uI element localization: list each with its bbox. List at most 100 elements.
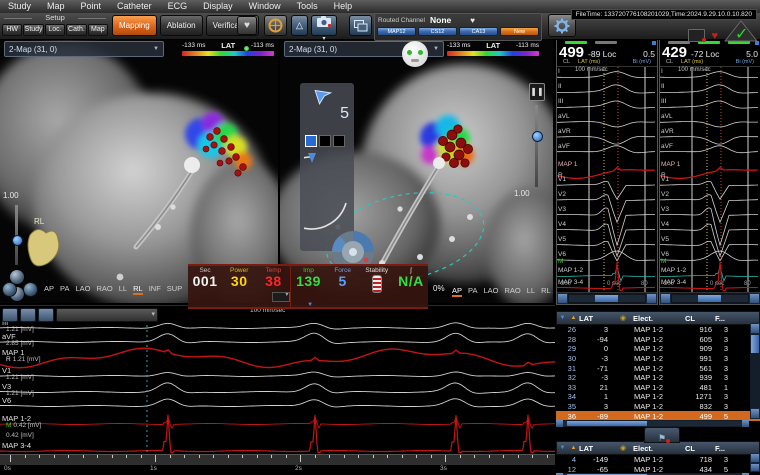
point-row-35[interactable]: 353MAP 1-28323 — [556, 402, 760, 412]
tag-column-icon[interactable]: ◉ — [613, 314, 633, 322]
column-f[interactable]: F... — [715, 314, 739, 323]
triangle-tool-button[interactable]: △ — [291, 15, 308, 36]
menu-point[interactable]: Point — [73, 0, 110, 13]
snapshot-button[interactable]: ▾ — [311, 15, 337, 36]
menu-tools[interactable]: Tools — [289, 0, 326, 13]
ecg-annotation-panel-1[interactable]: 499-89 Loc0.5CLLAT (ms)Bi (mV)100 mm/sec… — [556, 39, 658, 305]
map-left-header[interactable]: 2-Map (31, 0) ▼ — [4, 41, 164, 57]
time-ruler[interactable]: 0s1s2s3s — [0, 454, 555, 465]
filter-icon[interactable]: ▼ — [557, 445, 568, 451]
ecg-template-dropdown[interactable] — [56, 308, 158, 322]
setup-study-button[interactable]: Study — [23, 24, 43, 36]
menu-window[interactable]: Window — [241, 0, 289, 13]
point-row-4[interactable]: 4-149MAP 1-27183 — [556, 455, 760, 465]
scroll-thumb[interactable] — [698, 295, 721, 302]
orientation-ll[interactable]: LL — [527, 286, 535, 297]
orientation-rl[interactable]: RL — [133, 284, 143, 295]
column-cl[interactable]: CL — [685, 314, 715, 323]
scroll-right-button[interactable] — [742, 420, 749, 427]
scroll-up-button[interactable] — [750, 323, 760, 334]
scroll-down-button[interactable] — [750, 463, 760, 473]
chevron-down-icon[interactable]: ▼ — [433, 46, 439, 52]
color-swatch-blue[interactable] — [305, 135, 317, 147]
orientation-lao[interactable]: LAO — [483, 286, 498, 297]
orientation-ap[interactable]: AP — [44, 284, 54, 295]
menu-map[interactable]: Map — [39, 0, 73, 13]
horizontal-scrollbar[interactable] — [556, 420, 749, 427]
rotation-knob-icon[interactable] — [2, 282, 17, 297]
column-elect[interactable]: Elect. — [633, 314, 685, 323]
color-swatch-black-1[interactable] — [319, 135, 331, 147]
scroll-track[interactable] — [563, 421, 742, 426]
channel-map12-button[interactable]: MAP12 — [377, 27, 416, 36]
column-lat[interactable]: LAT — [579, 444, 613, 453]
ecg-layout-button-3[interactable] — [38, 308, 54, 322]
orientation-rao[interactable]: RAO — [96, 284, 112, 295]
new-channel-button[interactable]: New — [500, 27, 539, 36]
map-right-slider[interactable] — [535, 105, 538, 187]
tag-column-icon[interactable]: ◉ — [613, 444, 633, 452]
scroll-track[interactable] — [569, 295, 645, 302]
panel-scrollbar[interactable] — [660, 292, 760, 304]
orientation-ll[interactable]: LL — [119, 284, 127, 295]
ecg-heart-button[interactable]: ♥ — [237, 16, 257, 35]
setup-loc--button[interactable]: Loc. — [45, 24, 65, 36]
sort-icon[interactable]: ▲ — [568, 445, 579, 451]
point-row-28[interactable]: 28-94MAP 1-26053 — [556, 335, 760, 345]
menu-catheter[interactable]: Catheter — [109, 0, 160, 13]
snapshot-caret[interactable]: ▾ — [322, 36, 325, 42]
ablation-button[interactable]: Ablation — [160, 15, 203, 36]
scroll-thumb[interactable] — [595, 295, 618, 302]
orientation-sup[interactable]: SUP — [167, 284, 182, 295]
arrow-cursor-icon[interactable] — [314, 85, 334, 105]
scroll-left-button[interactable] — [556, 420, 563, 427]
point-row-32[interactable]: 32-3MAP 1-29393 — [556, 373, 760, 383]
column-lat[interactable]: LAT — [579, 314, 613, 323]
screen-layout-button[interactable] — [349, 15, 372, 36]
channel-ca13-button[interactable]: CA13 — [459, 27, 498, 36]
pause-button[interactable]: ❚❚ — [529, 83, 545, 101]
orientation-pa[interactable]: PA — [60, 284, 69, 295]
map-right-slider-knob[interactable] — [532, 131, 543, 142]
setup-map-button[interactable]: Map — [88, 24, 108, 36]
menu-ecg[interactable]: ECG — [160, 0, 196, 13]
point-row-33[interactable]: 3321MAP 1-24811 — [556, 383, 760, 393]
rotation-arc-control[interactable] — [304, 151, 350, 241]
sort-icon[interactable]: ▲ — [568, 315, 579, 321]
chevron-down-icon[interactable]: ▼ — [153, 46, 159, 52]
mapping-button[interactable]: Mapping — [112, 15, 157, 36]
compass-button[interactable] — [264, 15, 287, 36]
column-elect[interactable]: Elect. — [633, 444, 685, 453]
orientation-lao[interactable]: LAO — [75, 284, 90, 295]
scroll-up-button[interactable] — [750, 453, 760, 463]
column-f[interactable]: F... — [715, 444, 739, 453]
menu-study[interactable]: Study — [0, 0, 39, 13]
scroll-right-button[interactable] — [646, 293, 657, 304]
point-row-29[interactable]: 290MAP 1-29093 — [556, 344, 760, 354]
ecg-annotation-panel-2[interactable]: 429-72 Loc5.0CLLAT (ms)Bi (mV)100 mm/sec… — [659, 39, 760, 305]
orientation-ap[interactable]: AP — [452, 286, 462, 297]
point-row-30[interactable]: 30-3MAP 1-29913 — [556, 354, 760, 364]
column-cl[interactable]: CL — [685, 444, 715, 453]
temp-dropdown[interactable] — [272, 292, 290, 302]
menu-help[interactable]: Help — [326, 0, 361, 13]
scroll-track[interactable] — [672, 295, 748, 302]
rotation-knob-icon[interactable] — [23, 282, 38, 297]
orientation-pa[interactable]: PA — [468, 286, 477, 297]
vertical-scrollbar[interactable] — [750, 323, 760, 419]
scroll-left-button[interactable] — [557, 293, 568, 304]
filter-icon[interactable]: ▼ — [557, 315, 568, 321]
vertical-scrollbar[interactable] — [750, 453, 760, 472]
orientation-rl[interactable]: RL — [541, 286, 551, 297]
point-row-31[interactable]: 31-71MAP 1-25613 — [556, 363, 760, 373]
ecg-layout-button-2[interactable] — [20, 308, 36, 322]
orientation-inf[interactable]: INF — [149, 284, 161, 295]
point-row-26[interactable]: 263MAP 1-29163 — [556, 325, 760, 335]
menu-display[interactable]: Display — [195, 0, 241, 13]
setup-hw-button[interactable]: HW — [2, 24, 22, 36]
scroll-right-button[interactable] — [749, 293, 760, 304]
setup-cath--button[interactable]: Cath. — [66, 24, 86, 36]
scroll-thumb[interactable] — [567, 421, 648, 426]
scroll-left-button[interactable] — [660, 293, 671, 304]
point-row-34[interactable]: 341MAP 1-212713 — [556, 392, 760, 402]
